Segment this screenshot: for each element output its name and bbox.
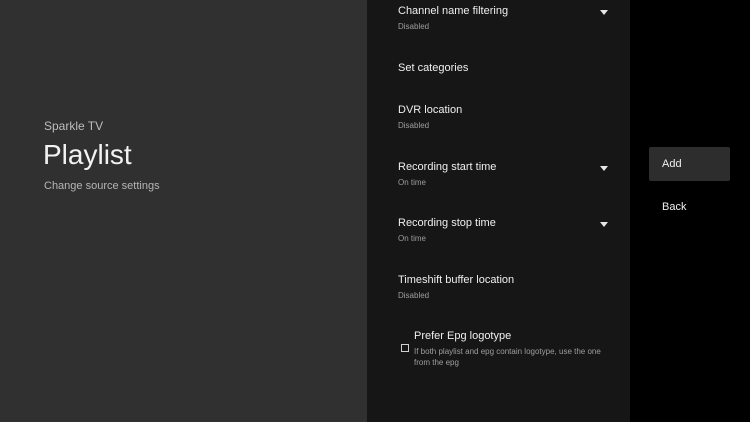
setting-dvr-location[interactable]: DVR location Disabled — [398, 103, 608, 132]
back-button[interactable]: Back — [649, 190, 730, 224]
setting-channel-name-filtering[interactable]: Channel name filtering Disabled — [398, 4, 608, 33]
setting-timeshift-buffer-location[interactable]: Timeshift buffer location Disabled — [398, 273, 608, 302]
actions-panel: Add Back — [630, 0, 750, 422]
setting-recording-stop-time[interactable]: Recording stop time On time — [398, 216, 608, 245]
settings-list: Channel name filtering Disabled Set cate… — [367, 0, 630, 422]
app-name: Sparkle TV — [44, 119, 104, 133]
setting-title: Prefer Epg logotype — [414, 330, 512, 342]
setting-recording-start-time[interactable]: Recording start time On time — [398, 160, 608, 189]
setting-value: Disabled — [398, 291, 430, 300]
chevron-down-icon — [600, 10, 608, 15]
setting-title: DVR location — [398, 104, 463, 116]
setting-value: Disabled — [398, 22, 430, 31]
setting-value: On time — [398, 178, 427, 187]
setting-title: Set categories — [398, 62, 469, 74]
add-button[interactable]: Add — [649, 147, 730, 181]
setting-title: Recording start time — [398, 161, 497, 173]
setting-title: Recording stop time — [398, 217, 496, 229]
chevron-down-icon — [600, 222, 608, 227]
setting-value: Disabled — [398, 121, 430, 130]
setting-title: Timeshift buffer location — [398, 274, 515, 286]
chevron-down-icon — [600, 166, 608, 171]
setting-description: If both playlist and epg contain logotyp… — [414, 347, 601, 367]
page-title: Playlist — [43, 139, 132, 170]
setting-value: On time — [398, 234, 427, 243]
setting-set-categories[interactable]: Set categories — [398, 61, 608, 75]
checkbox[interactable] — [401, 344, 409, 352]
page-subtitle: Change source settings — [44, 180, 160, 192]
setting-title: Channel name filtering — [398, 5, 509, 17]
header-panel: Sparkle TV Playlist Change source settin… — [0, 0, 367, 422]
